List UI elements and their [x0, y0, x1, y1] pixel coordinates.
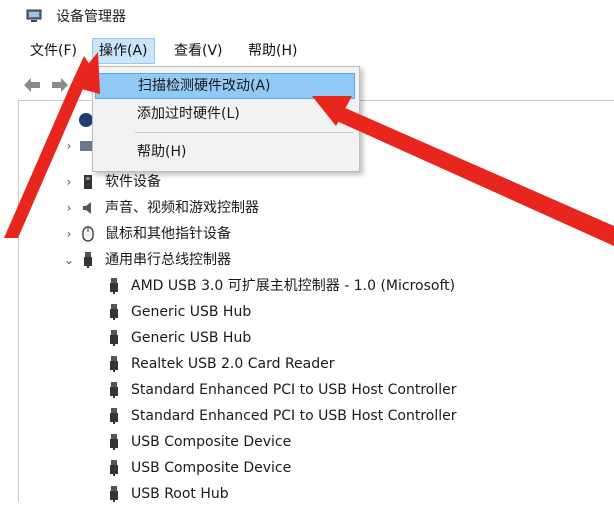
annotation-arrow-right — [330, 104, 614, 246]
annotation-arrows — [4, 52, 614, 246]
